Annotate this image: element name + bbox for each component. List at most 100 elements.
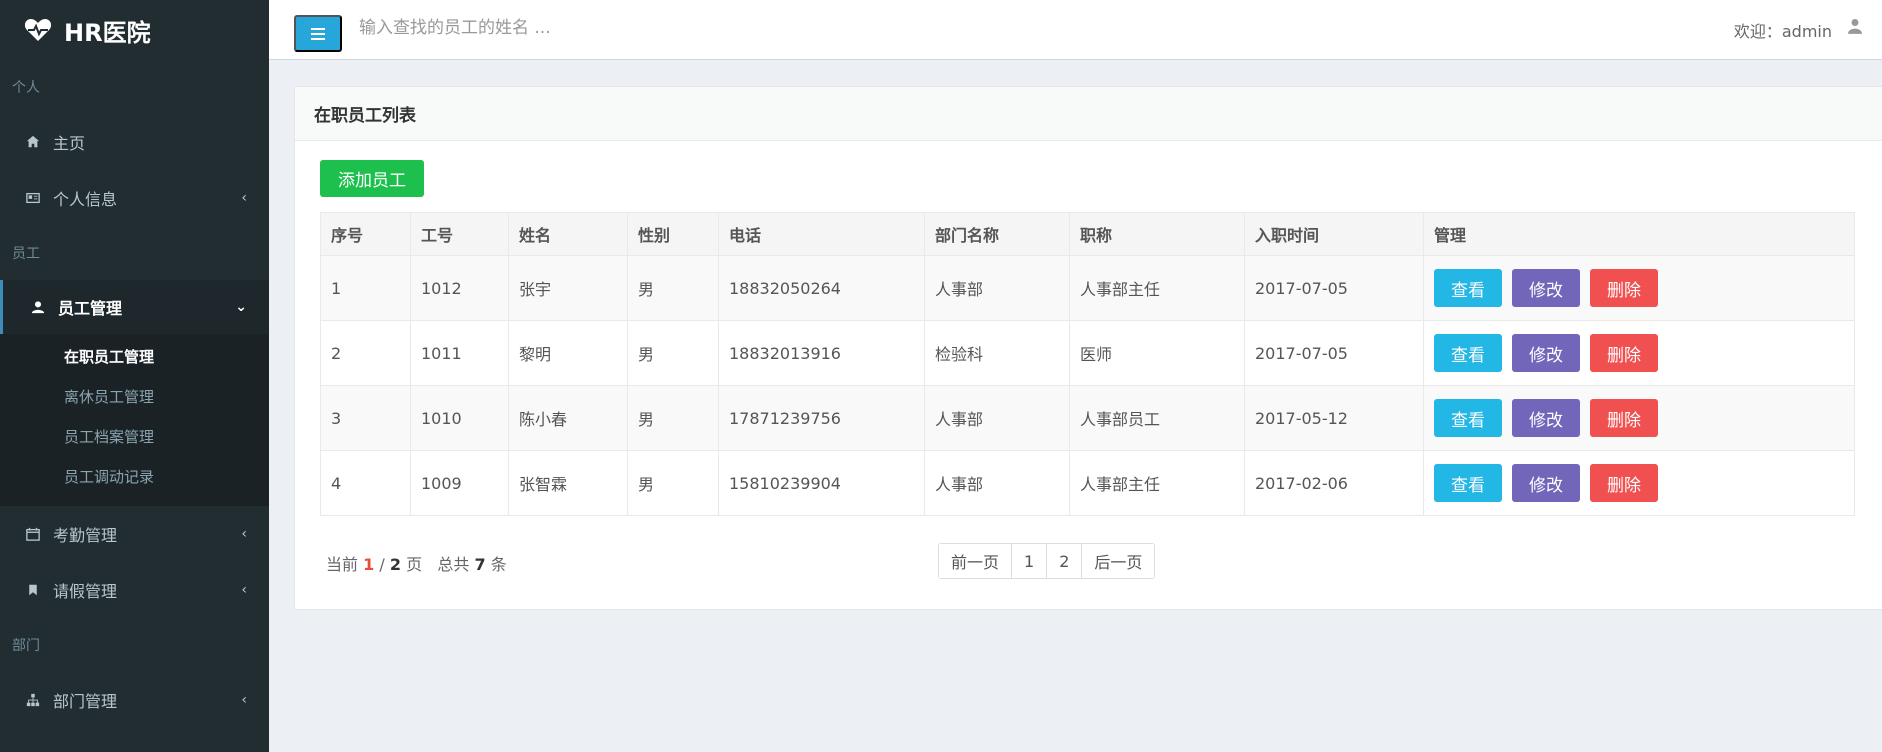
- current-prefix: 当前: [326, 555, 359, 574]
- sidebar-item-personal-info[interactable]: 个人信息 ‹: [0, 170, 269, 226]
- total-pages: 2: [389, 555, 401, 574]
- column-header: 性别: [627, 212, 719, 256]
- cell-hire-date: 2017-05-12: [1244, 385, 1424, 451]
- edit-button[interactable]: 修改: [1512, 334, 1580, 372]
- cell-gender: 男: [627, 255, 719, 321]
- cell-phone: 15810239904: [718, 450, 925, 516]
- column-header: 部门名称: [924, 212, 1070, 256]
- column-header: 工号: [410, 212, 509, 256]
- box-title: 在职员工列表: [295, 87, 1882, 141]
- cell-index: 3: [320, 385, 411, 451]
- current-page: 1: [363, 555, 375, 574]
- cell-actions: 查看 修改 删除: [1423, 385, 1855, 451]
- id-card-icon: [25, 190, 41, 206]
- column-header: 入职时间: [1244, 212, 1424, 256]
- cell-employee-id: 1012: [410, 255, 509, 321]
- app-title: HR医院: [64, 18, 151, 47]
- delete-button[interactable]: 删除: [1590, 269, 1658, 307]
- cell-actions: 查看 修改 删除: [1423, 255, 1855, 321]
- sidebar-item-employee-management[interactable]: 员工管理 ⌄: [0, 280, 269, 334]
- total-prefix: 总共: [437, 555, 470, 574]
- column-header: 序号: [320, 212, 411, 256]
- sidebar-item-leave[interactable]: 请假管理 ‹: [0, 562, 269, 618]
- cell-name: 陈小春: [508, 385, 628, 451]
- cell-title: 人事部员工: [1069, 385, 1245, 451]
- cell-gender: 男: [627, 450, 719, 516]
- edit-button[interactable]: 修改: [1512, 269, 1580, 307]
- delete-button[interactable]: 删除: [1590, 464, 1658, 502]
- welcome-text: 欢迎：admin: [1733, 22, 1832, 41]
- submenu-item-employee-files[interactable]: 员工档案管理: [0, 416, 269, 456]
- user-icon[interactable]: [1848, 18, 1866, 38]
- cell-index: 1: [320, 255, 411, 321]
- table-row: 2 1011 黎明 男 18832013916 检验科 医师 2017-07-0…: [320, 320, 1855, 386]
- edit-button[interactable]: 修改: [1512, 464, 1580, 502]
- sidebar-item-home[interactable]: 主页: [0, 114, 269, 170]
- column-header: 姓名: [508, 212, 628, 256]
- user-icon: [30, 299, 46, 315]
- submenu-item-active-employees[interactable]: 在职员工管理: [0, 336, 269, 376]
- chevron-left-icon: ‹: [241, 526, 247, 542]
- cell-phone: 18832013916: [718, 320, 925, 386]
- cell-index: 4: [320, 450, 411, 516]
- cell-gender: 男: [627, 320, 719, 386]
- add-employee-button[interactable]: 添加员工: [320, 160, 424, 197]
- sidebar-item-department-management[interactable]: 部门管理 ‹: [0, 672, 269, 728]
- home-icon: [25, 134, 41, 150]
- cell-phone: 18832050264: [718, 255, 925, 321]
- column-header: 管理: [1423, 212, 1855, 256]
- page-separator: /: [379, 555, 385, 574]
- sidebar-item-label: 请假管理: [53, 582, 118, 601]
- cell-actions: 查看 修改 删除: [1423, 450, 1855, 516]
- cell-department: 检验科: [924, 320, 1070, 386]
- cell-index: 2: [320, 320, 411, 386]
- delete-button[interactable]: 删除: [1590, 399, 1658, 437]
- cell-employee-id: 1009: [410, 450, 509, 516]
- employee-submenu: 在职员工管理 离休员工管理 员工档案管理 员工调动记录: [0, 334, 269, 506]
- cell-name: 黎明: [508, 320, 628, 386]
- sidebar-item-label: 个人信息: [53, 190, 118, 209]
- cell-title: 人事部主任: [1069, 450, 1245, 516]
- pagination-info: 当前 1 / 2 页 总共 7 条: [326, 551, 507, 575]
- sidebar-item-attendance[interactable]: 考勤管理 ‹: [0, 506, 269, 562]
- total-count: 7: [474, 555, 486, 574]
- section-header-employee: 员工: [12, 246, 40, 262]
- next-page-button[interactable]: 后一页: [1082, 544, 1155, 578]
- chevron-left-icon: ‹: [241, 692, 247, 708]
- cell-hire-date: 2017-02-06: [1244, 450, 1424, 516]
- cell-department: 人事部: [924, 385, 1070, 451]
- cell-name: 张智霖: [508, 450, 628, 516]
- submenu-item-transfer-records[interactable]: 员工调动记录: [0, 456, 269, 496]
- heartbeat-icon: [24, 18, 52, 42]
- employee-list-box: 在职员工列表 添加员工 序号 工号 姓名 性别 电话 部门名称 职称 入职时间 …: [294, 86, 1882, 610]
- cell-employee-id: 1010: [410, 385, 509, 451]
- prev-page-button[interactable]: 前一页: [939, 544, 1013, 578]
- sidebar-item-label: 考勤管理: [53, 526, 118, 545]
- cell-name: 张宇: [508, 255, 628, 321]
- sidebar-item-label: 主页: [53, 134, 86, 153]
- table-row: 4 1009 张智霖 男 15810239904 人事部 人事部主任 2017-…: [320, 450, 1855, 516]
- column-header: 电话: [718, 212, 925, 256]
- chevron-down-icon: ⌄: [235, 299, 247, 315]
- bookmark-icon: [25, 582, 41, 598]
- view-button[interactable]: 查看: [1434, 269, 1502, 307]
- page-button-1[interactable]: 1: [1012, 544, 1048, 578]
- edit-button[interactable]: 修改: [1512, 399, 1580, 437]
- table-row: 1 1012 张宇 男 18832050264 人事部 人事部主任 2017-0…: [320, 255, 1855, 321]
- delete-button[interactable]: 删除: [1590, 334, 1658, 372]
- sidebar: HR医院 个人 主页 个人信息 ‹ 员工 员工管理 ⌄ 在职员工管理 离休员工管…: [0, 0, 269, 752]
- sidebar-toggle-button[interactable]: [294, 15, 342, 52]
- view-button[interactable]: 查看: [1434, 464, 1502, 502]
- app-logo[interactable]: HR医院: [0, 0, 269, 60]
- search-input[interactable]: [359, 12, 779, 44]
- cell-gender: 男: [627, 385, 719, 451]
- count-unit: 条: [490, 555, 507, 574]
- cell-department: 人事部: [924, 450, 1070, 516]
- employee-table: 序号 工号 姓名 性别 电话 部门名称 职称 入职时间 管理 1 1012 张宇…: [320, 212, 1855, 516]
- view-button[interactable]: 查看: [1434, 399, 1502, 437]
- submenu-item-retired-employees[interactable]: 离休员工管理: [0, 376, 269, 416]
- view-button[interactable]: 查看: [1434, 334, 1502, 372]
- chevron-left-icon: ‹: [241, 582, 247, 598]
- page-button-2[interactable]: 2: [1047, 544, 1083, 578]
- cell-employee-id: 1011: [410, 320, 509, 386]
